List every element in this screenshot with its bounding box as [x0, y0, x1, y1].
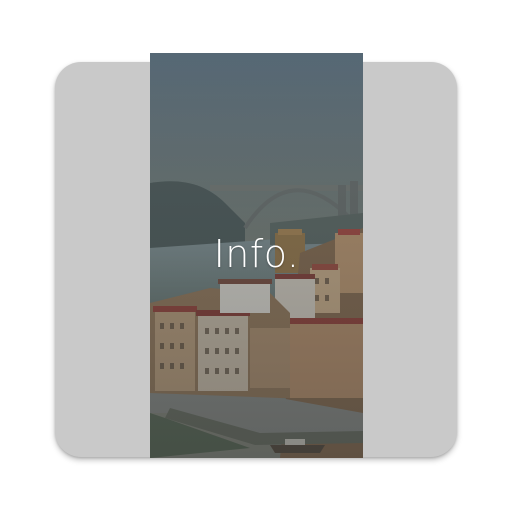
app-icon-canvas: Info.: [0, 0, 512, 512]
app-title-label: Info.: [213, 232, 300, 276]
